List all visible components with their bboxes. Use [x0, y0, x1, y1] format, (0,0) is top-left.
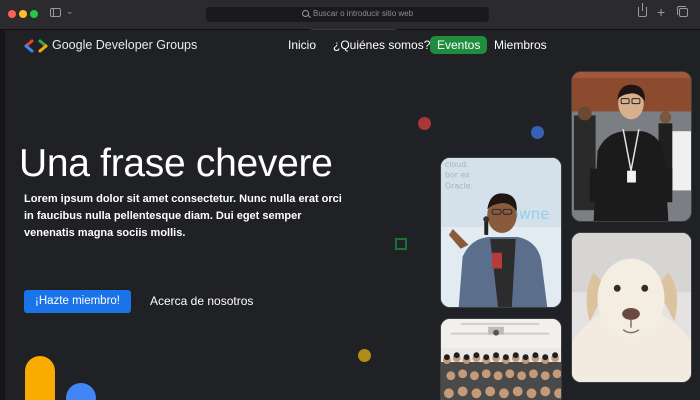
- nav-item-quienes-somos[interactable]: ¿Quiénes somos?: [333, 36, 430, 54]
- nav-item-miembros[interactable]: Miembros: [494, 36, 547, 54]
- tabs-icon[interactable]: [677, 6, 688, 17]
- svg-text:Oracle.: Oracle.: [445, 182, 473, 191]
- address-bar[interactable]: Buscar o introducir sitio web: [206, 7, 489, 22]
- svg-text:cloud.: cloud.: [445, 160, 469, 169]
- browser-toolbar: ⌄ Buscar o introducir sitio web +: [0, 0, 700, 30]
- share-icon[interactable]: [638, 3, 647, 17]
- close-window-button[interactable]: [8, 10, 16, 18]
- join-button[interactable]: ¡Hazte miembro!: [24, 290, 131, 313]
- svg-text:bor ex: bor ex: [445, 171, 470, 180]
- decorative-red-dot: [418, 117, 431, 130]
- minimize-window-button[interactable]: [19, 10, 27, 18]
- decorative-blue-circle: [66, 383, 96, 400]
- address-bar-placeholder: Buscar o introducir sitio web: [313, 9, 414, 18]
- dog-photo: [571, 232, 692, 383]
- search-icon: [302, 10, 309, 17]
- plus-icon[interactable]: +: [657, 4, 665, 20]
- attendee-photo: [571, 71, 692, 222]
- hero-description: Lorem ipsum dolor sit amet consectetur. …: [24, 193, 342, 239]
- decorative-yellow-dot: [358, 349, 371, 362]
- chevron-down-icon[interactable]: ⌄: [66, 6, 74, 17]
- gdg-logo-icon[interactable]: [23, 39, 49, 53]
- nav-item-inicio[interactable]: Inicio: [288, 36, 316, 54]
- web-page: Google Developer Groups Inicio ¿Quiénes …: [5, 30, 700, 400]
- sidebar-icon[interactable]: [50, 8, 61, 17]
- decorative-yellow-pill: [25, 356, 55, 400]
- group-photo: [440, 318, 562, 400]
- hero-title: Una frase chevere: [19, 142, 333, 185]
- decorative-green-square: [395, 238, 407, 250]
- brand-name[interactable]: Google Developer Groups: [52, 38, 197, 52]
- about-us-link[interactable]: Acerca de nosotros: [150, 294, 253, 308]
- speaker-photo: cloud. bor ex Oracle. owne: [440, 157, 562, 308]
- decorative-blue-dot: [531, 126, 544, 139]
- zoom-window-button[interactable]: [30, 10, 38, 18]
- nav-item-eventos[interactable]: Eventos: [430, 36, 488, 54]
